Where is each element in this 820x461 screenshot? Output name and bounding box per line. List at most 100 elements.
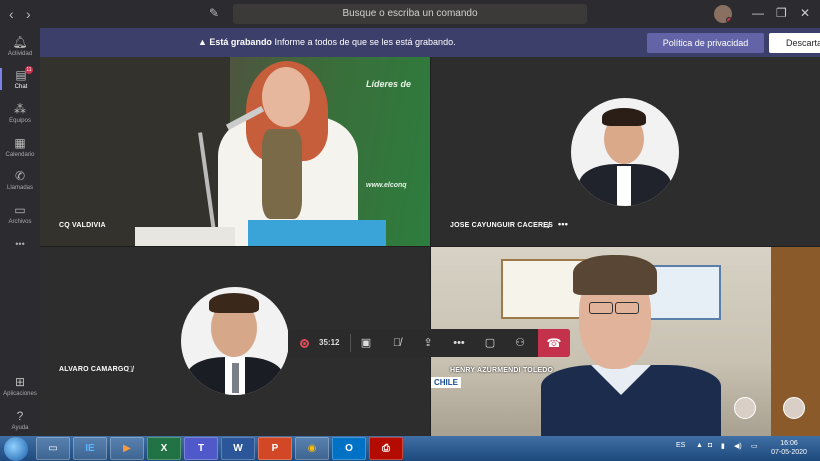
calendar-icon: ▦: [14, 136, 26, 150]
speaker-face: [262, 67, 310, 127]
apps-icon: ⊞: [14, 375, 26, 389]
participants-icon[interactable]: ⚇: [510, 334, 530, 352]
recording-icon: [300, 339, 309, 348]
more-actions-icon[interactable]: •••: [449, 334, 469, 352]
teams-icon: ⁂: [14, 102, 26, 116]
more-apps-button[interactable]: •••: [0, 239, 40, 249]
privacy-policy-button[interactable]: Política de privacidad: [647, 33, 764, 53]
chat-panel-icon[interactable]: ▢: [480, 334, 500, 352]
chat-badge: 11: [25, 66, 33, 74]
dismiss-button[interactable]: Descartar: [769, 33, 820, 53]
search-input[interactable]: Busque o escriba un comando: [233, 4, 587, 24]
sidebar-item-apps[interactable]: ⊞ Aplicaciones: [0, 375, 40, 397]
sidebar-item-label: Chat: [14, 84, 28, 90]
compose-icon[interactable]: ✎: [209, 6, 219, 20]
volume-icon[interactable]: ◀): [734, 442, 742, 450]
hang-up-button[interactable]: ☎: [538, 329, 570, 357]
video-banner-url: www.elconq: [366, 182, 407, 189]
minimize-button[interactable]: —: [752, 6, 764, 20]
taskbar-excel-icon[interactable]: X: [147, 437, 181, 460]
tray-app-icon[interactable]: ◘: [708, 442, 712, 449]
user-avatar[interactable]: [714, 5, 732, 23]
man-hair: [573, 255, 657, 295]
chile-sign: CHILE: [431, 377, 461, 388]
camera-off-icon[interactable]: ▣: [356, 334, 376, 352]
network-icon[interactable]: ▮: [721, 442, 725, 450]
desk-papers: [135, 227, 235, 246]
language-indicator[interactable]: ES: [676, 442, 685, 449]
participant-photo: [181, 287, 289, 395]
sidebar-item-label: Equipos: [9, 118, 31, 124]
sidebar-item-files[interactable]: ▭ Archivos: [0, 203, 40, 225]
tray-arrow-icon[interactable]: ▲: [696, 442, 703, 449]
speaker-scarf: [262, 129, 302, 219]
mic-off-icon[interactable]: 🎙̸: [387, 334, 407, 352]
participant-more-button[interactable]: •••: [558, 219, 568, 229]
maximize-button[interactable]: ❐: [776, 6, 787, 20]
title-bar: ‹ › ✎ Busque o escriba un comando — ❐ ✕: [0, 0, 820, 28]
windows-taskbar: ▭ IE ▶ X T W P ◉ O ⎙ ES ▲ ◘ ▮ ◀) ▭ 16:06…: [0, 436, 820, 461]
sidebar-item-help[interactable]: ? Ayuda: [0, 409, 40, 431]
app-sidebar: 🔔︎ Actividad ▤ 11 Chat ⁂ Equipos ▦ Calen…: [0, 28, 40, 436]
participant-name: HENRY AZURMENDI TOLEDO: [450, 367, 554, 374]
taskbar-powerpoint-icon[interactable]: P: [258, 437, 292, 460]
sidebar-item-calendar[interactable]: ▦ Calendario: [0, 136, 40, 158]
person-shirt: [617, 166, 631, 206]
glasses-right: [615, 302, 639, 314]
sidebar-item-label: Aplicaciones: [3, 391, 37, 397]
person-hair: [209, 293, 259, 313]
person-hair: [602, 108, 646, 126]
sidebar-item-calls[interactable]: ✆ Llamadas: [0, 169, 40, 191]
close-button[interactable]: ✕: [800, 6, 810, 20]
participant-name: JOSE CAYUNGUIR CACERES: [450, 222, 553, 229]
glasses-left: [589, 302, 613, 314]
sidebar-item-activity[interactable]: 🔔︎ Actividad: [0, 35, 40, 57]
taskbar-explorer-icon[interactable]: ▭: [36, 437, 70, 460]
taskbar-ie-icon[interactable]: IE: [73, 437, 107, 460]
busy-status-icon: [726, 17, 732, 23]
system-clock[interactable]: 16:06 07-05-2020: [765, 439, 813, 457]
recording-title: Está grabando: [209, 37, 272, 47]
recording-message: ▲ Está grabando Informe a todos de que s…: [198, 37, 456, 47]
sidebar-item-label: Llamadas: [6, 185, 33, 191]
participant-name: CQ VALDIVIA: [59, 222, 106, 229]
taskbar-chrome-icon[interactable]: ◉: [295, 437, 329, 460]
sidebar-item-teams[interactable]: ⁂ Equipos: [0, 102, 40, 124]
files-icon: ▭: [14, 203, 26, 217]
sidebar-item-label: Archivos: [8, 219, 32, 225]
participant-name: ALVARO CAMARGO: [59, 366, 130, 373]
muted-mic-icon: 🎙̸: [127, 365, 134, 374]
taskbar-teams-icon[interactable]: T: [184, 437, 218, 460]
sidebar-item-label: Actividad: [7, 51, 33, 57]
video-tile-cq-valdivia[interactable]: Líderes de www.elconq CQ VALDIVIA: [40, 57, 430, 246]
start-button[interactable]: [4, 437, 28, 461]
taskbar-media-icon[interactable]: ▶: [110, 437, 144, 460]
phone-icon: ✆: [14, 169, 26, 183]
battery-icon[interactable]: ▭: [751, 442, 758, 450]
back-icon[interactable]: ‹: [9, 6, 14, 22]
forward-icon[interactable]: ›: [26, 6, 31, 22]
sidebar-item-label: Calendario: [5, 152, 35, 158]
sidebar-item-label: Ayuda: [11, 425, 29, 431]
recording-text: Informe a todos de que se les está graba…: [274, 37, 456, 47]
video-tile-jose[interactable]: JOSE CAYUNGUIR CACERES 🎙̸ •••: [431, 57, 820, 246]
recording-banner: ▲ Está grabando Informe a todos de que s…: [40, 28, 820, 57]
divider: [350, 334, 351, 352]
participant-photo: [571, 98, 679, 206]
taskbar-word-icon[interactable]: W: [221, 437, 255, 460]
clock-time: 16:06: [780, 440, 798, 447]
sidebar-item-chat[interactable]: ▤ 11 Chat: [0, 66, 40, 90]
taskbar-outlook-icon[interactable]: O: [332, 437, 366, 460]
clock-date: 07-05-2020: [771, 449, 807, 456]
muted-mic-icon: 🎙̸: [543, 221, 550, 230]
chat-icon: ▤: [15, 68, 27, 82]
person-tie: [232, 363, 239, 393]
participant-thumbnail[interactable]: [734, 397, 756, 419]
share-screen-icon[interactable]: ⇪: [418, 334, 438, 352]
call-timer: 35:12: [319, 338, 340, 347]
laptop: [248, 220, 386, 246]
self-view-thumbnail[interactable]: [783, 397, 805, 419]
bell-icon: 🔔︎: [12, 35, 28, 49]
taskbar-pdf-icon[interactable]: ⎙: [369, 437, 403, 460]
warning-icon: ▲: [198, 37, 210, 47]
